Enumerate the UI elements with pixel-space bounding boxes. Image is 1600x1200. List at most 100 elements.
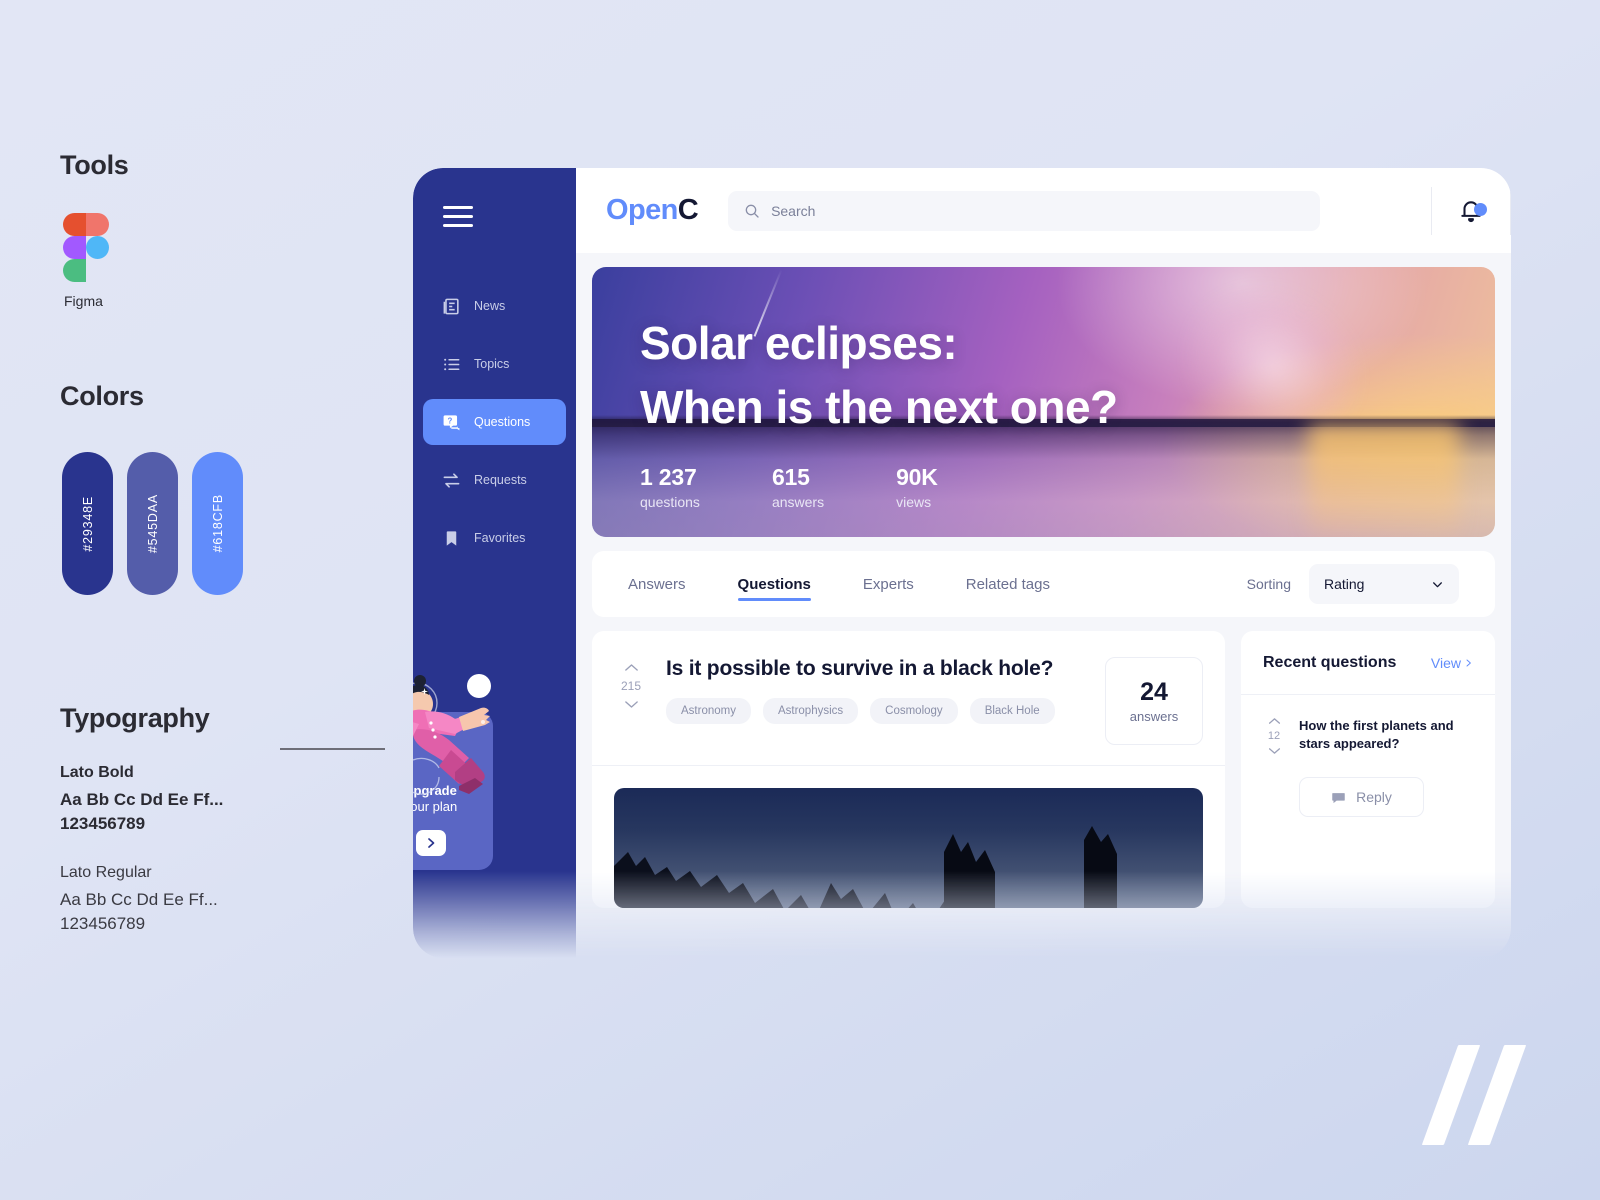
typography-style-name: Lato Regular xyxy=(60,864,152,882)
reply-button[interactable]: Reply xyxy=(1299,777,1424,817)
tab-experts[interactable]: Experts xyxy=(863,551,914,617)
forest-silhouette xyxy=(614,826,1169,908)
svg-text:?: ? xyxy=(447,416,452,425)
tab-related-tags[interactable]: Related tags xyxy=(966,551,1050,617)
bookmark-icon xyxy=(441,528,461,548)
chevron-up-icon[interactable] xyxy=(624,663,639,672)
sidebar-item-questions[interactable]: ? Questions xyxy=(423,399,566,445)
typography-style-bold: Lato Bold Aa Bb Cc Dd Ee Ff... 123456789 xyxy=(60,764,380,836)
sidebar-nav: News Topics ? Questions Requests Favorit… xyxy=(413,283,576,561)
typography-numerals: 123456789 xyxy=(60,914,146,934)
hero-stat-label: answers xyxy=(771,493,825,510)
sidebar-item-topics[interactable]: Topics xyxy=(423,341,566,387)
color-swatch-label: #618CFB xyxy=(210,494,225,553)
vote-control: 12 xyxy=(1263,717,1285,755)
sidebar-item-label: Questions xyxy=(474,415,531,429)
tag-item[interactable]: Cosmology xyxy=(870,698,958,724)
app-window: News Topics ? Questions Requests Favorit… xyxy=(413,168,1511,958)
sorting-label: Sorting xyxy=(1246,576,1291,592)
hero-banner: Solar eclipses: When is the next one? 1 … xyxy=(592,267,1495,537)
hero-stat-value: 615 xyxy=(771,463,810,490)
content-scroll-area: Solar eclipses: When is the next one? 1 … xyxy=(576,253,1511,958)
typography-section: Typography Lato Bold Aa Bb Cc Dd Ee Ff..… xyxy=(60,703,380,937)
chevron-down-icon[interactable] xyxy=(624,700,639,709)
recent-questions-panel: Recent questions View 12 How the first p… xyxy=(1241,631,1495,908)
logo-text-accent: C xyxy=(677,194,699,226)
filter-tabs-bar: Answers Questions Experts Related tags S… xyxy=(592,551,1495,617)
upgrade-arrow-button[interactable] xyxy=(415,830,446,856)
hero-stats: 1 237 questions 615 answers 90K views xyxy=(640,464,1495,510)
question-title[interactable]: Is it possible to survive in a black hol… xyxy=(666,657,1087,681)
upgrade-title: Upgrade xyxy=(413,782,457,798)
hero-stat-label: views xyxy=(896,493,932,510)
question-body: Is it possible to survive in a black hol… xyxy=(666,657,1087,745)
recent-question-item: 12 How the first planets and stars appea… xyxy=(1241,695,1495,755)
recent-question-title[interactable]: How the first planets and stars appeared… xyxy=(1299,717,1473,755)
upgrade-plan-card[interactable]: Upgrade your plan xyxy=(413,712,493,870)
star-icon xyxy=(421,688,428,695)
answers-count: 24 xyxy=(1140,678,1168,706)
sorting-value: Rating xyxy=(1324,576,1365,592)
answers-count-label: answers xyxy=(1129,709,1179,724)
news-icon xyxy=(441,296,461,316)
lower-section: 215 Is it possible to survive in a black… xyxy=(592,631,1495,908)
top-bar: OpenC xyxy=(576,168,1511,253)
hero-stat: 1 237 questions xyxy=(640,464,700,510)
sidebar-item-favorites[interactable]: Favorites xyxy=(423,515,566,561)
search-icon xyxy=(745,204,759,218)
vote-count: 12 xyxy=(1267,730,1281,742)
tab-questions[interactable]: Questions xyxy=(737,551,812,617)
divider xyxy=(1510,186,1511,235)
color-swatch: #545DAA xyxy=(127,452,178,595)
divider xyxy=(592,765,1225,766)
sidebar-item-label: Requests xyxy=(474,473,527,487)
sidebar-item-requests[interactable]: Requests xyxy=(423,457,566,503)
chevron-right-icon xyxy=(427,838,434,848)
colors-heading: Colors xyxy=(60,381,144,411)
tab-answers[interactable]: Answers xyxy=(628,551,686,617)
question-row: 215 Is it possible to survive in a black… xyxy=(614,657,1203,745)
main-area: OpenC Search Solar eclipses: When is the… xyxy=(576,168,1511,958)
typography-alphabet: Aa Bb Cc Dd Ee Ff... xyxy=(60,890,218,910)
recent-questions-title: Recent questions xyxy=(1263,653,1397,671)
tag-list: Astronomy Astrophysics Cosmology Black H… xyxy=(666,698,1087,724)
notifications-button[interactable] xyxy=(1432,198,1510,224)
search-bar[interactable] xyxy=(728,190,1321,231)
tag-item[interactable]: Black Hole xyxy=(969,698,1055,724)
brand-slash-mark xyxy=(1421,1045,1538,1145)
search-input[interactable] xyxy=(771,202,1305,219)
sorting-select[interactable]: Rating xyxy=(1309,564,1459,604)
color-swatch-list: #29348E #545DAA #618CFB xyxy=(62,452,380,595)
tag-item[interactable]: Astrophysics xyxy=(762,698,859,724)
vote-count: 215 xyxy=(620,679,642,693)
figma-label: Figma xyxy=(64,293,103,309)
hero-title-line1: Solar eclipses: xyxy=(640,317,958,369)
sidebar: News Topics ? Questions Requests Favorit… xyxy=(413,168,576,958)
annotation-leader-line xyxy=(280,748,385,750)
hero-stat-value: 90K xyxy=(896,463,938,490)
hamburger-icon[interactable] xyxy=(443,206,473,227)
hero-stat-label: questions xyxy=(640,493,700,510)
arrows-exchange-icon xyxy=(441,470,461,490)
chevron-up-icon[interactable] xyxy=(1268,717,1281,725)
hero-stat: 90K views xyxy=(896,464,938,510)
upgrade-text: Upgrade your plan xyxy=(413,783,493,816)
hero-title-line2: When is the next one? xyxy=(640,381,1118,434)
hero-stat-value: 1 237 xyxy=(640,463,697,490)
color-swatch-label: #545DAA xyxy=(145,493,160,554)
hero-stat: 615 answers xyxy=(772,464,824,510)
sidebar-item-label: News xyxy=(474,299,506,313)
tag-item[interactable]: Astronomy xyxy=(666,698,751,724)
reply-label: Reply xyxy=(1356,789,1392,805)
app-logo[interactable]: OpenC xyxy=(606,194,699,227)
vote-control: 215 xyxy=(614,657,648,745)
typography-alphabet: Aa Bb Cc Dd Ee Ff... xyxy=(60,790,224,809)
sidebar-item-news[interactable]: News xyxy=(423,283,566,329)
sidebar-item-label: Topics xyxy=(474,357,510,371)
tools-section: Tools Figma xyxy=(60,150,380,309)
sidebar-item-label: Favorites xyxy=(474,531,526,545)
colors-section: Colors #29348E #545DAA #618CFB xyxy=(60,381,380,595)
view-all-link[interactable]: View xyxy=(1431,655,1473,671)
typography-style-regular: Lato Regular Aa Bb Cc Dd Ee Ff... 123456… xyxy=(60,864,380,936)
chevron-down-icon[interactable] xyxy=(1268,747,1281,755)
